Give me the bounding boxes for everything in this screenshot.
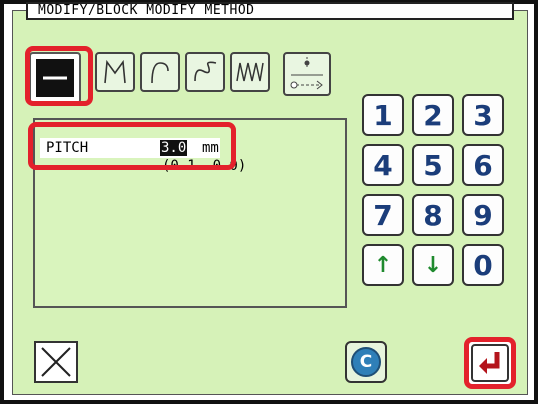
cancel-button[interactable] bbox=[34, 341, 78, 383]
key-4[interactable]: 4 bbox=[362, 144, 404, 186]
key-8[interactable]: 8 bbox=[412, 194, 454, 236]
key-0[interactable]: 0 bbox=[462, 244, 504, 286]
tool-curve-button[interactable] bbox=[185, 52, 225, 92]
key-6[interactable]: 6 bbox=[462, 144, 504, 186]
key-1[interactable]: 1 bbox=[362, 94, 404, 136]
tool-polyline-button[interactable] bbox=[95, 52, 135, 92]
page-title: MODIFY/BLOCK MODIFY METHOD bbox=[26, 2, 514, 20]
close-icon bbox=[41, 347, 71, 377]
pitch-highlight bbox=[28, 122, 236, 170]
key-3[interactable]: 3 bbox=[462, 94, 504, 136]
key-9[interactable]: 9 bbox=[462, 194, 504, 236]
tool-arc-button[interactable] bbox=[140, 52, 180, 92]
polyline-icon bbox=[104, 59, 126, 84]
enter-key bbox=[471, 344, 509, 382]
selection-highlight bbox=[25, 46, 93, 106]
arc-icon bbox=[151, 62, 169, 84]
curve-icon bbox=[194, 61, 217, 82]
tool-zigzag-button[interactable] bbox=[230, 52, 270, 92]
down-arrow-button[interactable]: ↓ bbox=[412, 244, 454, 286]
key-7[interactable]: 7 bbox=[362, 194, 404, 236]
zigzag-icon bbox=[236, 62, 264, 82]
clear-button[interactable]: C bbox=[345, 341, 387, 383]
up-arrow-button[interactable]: ↑ bbox=[362, 244, 404, 286]
clear-icon: C bbox=[351, 347, 381, 377]
tool-point-move-button[interactable] bbox=[283, 52, 331, 96]
point-move-icon bbox=[290, 57, 323, 90]
enter-button[interactable] bbox=[464, 337, 516, 389]
key-5[interactable]: 5 bbox=[412, 144, 454, 186]
enter-arrow-icon bbox=[479, 352, 500, 374]
key-2[interactable]: 2 bbox=[412, 94, 454, 136]
